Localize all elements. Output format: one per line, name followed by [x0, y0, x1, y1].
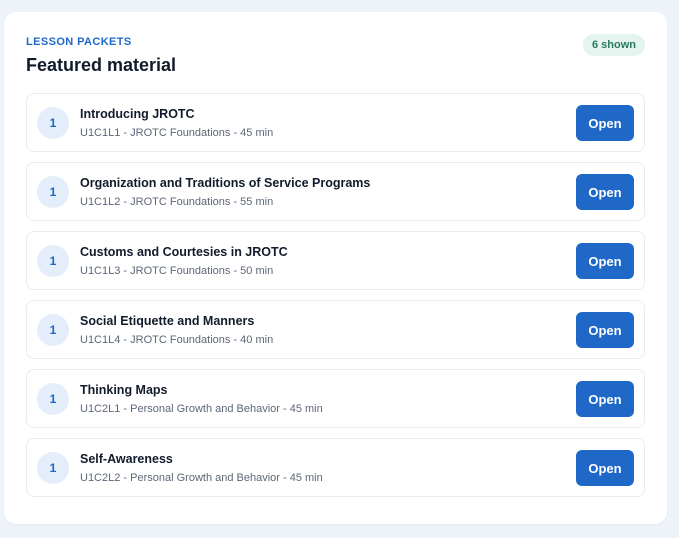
lesson-title: Customs and Courtesies in JROTC: [80, 245, 288, 259]
lesson-number-badge: 1: [37, 452, 69, 484]
lesson-title: Self-Awareness: [80, 452, 173, 466]
lesson-number-badge: 1: [37, 314, 69, 346]
lesson-meta: U1C1L1 - JROTC Foundations - 45 min: [80, 127, 274, 139]
lesson-title: Thinking Maps: [80, 383, 168, 397]
lesson-row-1: 1 Introducing JROTC U1C1L1 - JROTC Found…: [26, 93, 645, 152]
lesson-number-badge: 1: [37, 383, 69, 415]
shown-count-badge: 6 shown: [582, 34, 645, 56]
lesson-row-6: 1 Self-Awareness U1C2L2 - Personal Growt…: [26, 438, 645, 497]
open-lesson-button-5[interactable]: Open: [576, 381, 634, 417]
open-lesson-button-3[interactable]: Open: [576, 243, 634, 279]
card-title: Featured material: [26, 55, 177, 75]
lesson-row-5: 1 Thinking Maps U1C2L1 - Personal Growth…: [26, 369, 645, 428]
lesson-title: Introducing JROTC: [80, 107, 195, 121]
lesson-packets-card: LESSON PACKETS Featured material 6 shown…: [4, 12, 667, 524]
lesson-title: Organization and Traditions of Service P…: [80, 176, 371, 190]
lesson-meta: U1C2L1 - Personal Growth and Behavior - …: [80, 403, 323, 415]
lesson-meta: U1C2L2 - Personal Growth and Behavior - …: [80, 472, 323, 484]
lesson-meta: U1C1L4 - JROTC Foundations - 40 min: [80, 334, 274, 346]
section-eyebrow: LESSON PACKETS: [26, 36, 132, 48]
lesson-row-3: 1 Customs and Courtesies in JROTC U1C1L3…: [26, 231, 645, 290]
lesson-list: 1 Introducing JROTC U1C1L1 - JROTC Found…: [26, 93, 645, 507]
lesson-number-badge: 1: [37, 176, 69, 208]
open-lesson-button-6[interactable]: Open: [576, 450, 634, 486]
open-lesson-button-2[interactable]: Open: [576, 174, 634, 210]
lesson-row-4: 1 Social Etiquette and Manners U1C1L4 - …: [26, 300, 645, 359]
open-lesson-button-1[interactable]: Open: [576, 105, 634, 141]
lesson-meta: U1C1L2 - JROTC Foundations - 55 min: [80, 196, 274, 208]
lesson-number-badge: 1: [37, 107, 69, 139]
lesson-number-badge: 1: [37, 245, 69, 277]
open-lesson-button-4[interactable]: Open: [576, 312, 634, 348]
lesson-meta: U1C1L3 - JROTC Foundations - 50 min: [80, 265, 274, 277]
lesson-title: Social Etiquette and Manners: [80, 314, 255, 328]
lesson-row-2: 1 Organization and Traditions of Service…: [26, 162, 645, 221]
